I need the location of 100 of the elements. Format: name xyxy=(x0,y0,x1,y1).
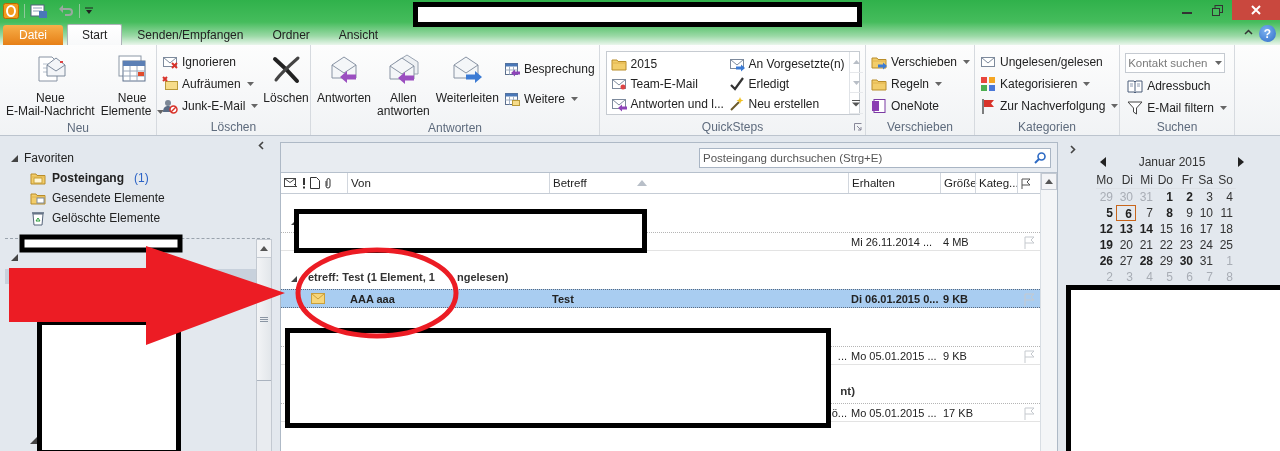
close-button[interactable] xyxy=(1232,0,1280,20)
calendar-day[interactable]: 27 xyxy=(1116,253,1136,269)
contact-search-field[interactable]: Kontakt suchen xyxy=(1125,53,1226,73)
column-header[interactable]: Erhalten xyxy=(848,173,940,193)
selected-message-row[interactable]: AAA aaa Test Di 06.01.2015 0... 9 KB xyxy=(281,289,1040,308)
calendar-icon xyxy=(116,53,149,85)
calendar-day[interactable]: 19 xyxy=(1096,237,1116,253)
quick-step-item[interactable]: 2015 xyxy=(608,53,727,75)
more-button[interactable]: Weitere xyxy=(501,88,597,110)
calendar-day[interactable]: 15 xyxy=(1156,221,1176,237)
calendar-day[interactable]: 7 xyxy=(1136,205,1156,221)
calendar-day[interactable]: 25 xyxy=(1216,237,1236,253)
meeting-button[interactable]: Besprechung xyxy=(501,58,597,80)
calendar-day[interactable]: 11 xyxy=(1216,205,1236,221)
calendar-day[interactable]: 12 xyxy=(1096,221,1116,237)
ribbon-tab[interactable]: Ansicht xyxy=(324,25,393,45)
calendar-day[interactable]: 21 xyxy=(1136,237,1156,253)
filter-email-button[interactable]: E-Mail filtern xyxy=(1125,97,1229,119)
address-book-button[interactable]: Adressbuch xyxy=(1125,75,1229,97)
wand-icon xyxy=(728,96,745,112)
group-header[interactable]: etreff: Test (1 Element, 1 xyxy=(308,270,440,284)
folder-item[interactable]: Posteingang (1) xyxy=(0,168,272,188)
calendar-day[interactable]: 29 xyxy=(1156,253,1176,269)
month-title: Januar 2015 xyxy=(1138,155,1206,169)
weekday-label: Mo xyxy=(1096,172,1114,187)
trash-can-icon xyxy=(30,210,46,226)
ribbon-tab[interactable]: Senden/Empfangen xyxy=(123,25,258,45)
calendar-day[interactable]: 18 xyxy=(1216,221,1236,237)
ribbon-tab[interactable]: Ordner xyxy=(258,25,324,45)
reply-button[interactable]: Antworten xyxy=(314,48,375,120)
quick-step-item[interactable]: Antworten und l... xyxy=(608,93,727,115)
quick-step-item[interactable]: An Vorgesetzte(n) xyxy=(726,53,847,75)
weekday-label: Sa xyxy=(1197,172,1214,187)
calendar-day[interactable]: 8 xyxy=(1156,205,1176,221)
calendar-day[interactable]: 23 xyxy=(1176,237,1196,253)
weekday-label: Fr xyxy=(1180,172,1194,187)
subject-text: ö... xyxy=(831,406,847,419)
forward-button[interactable]: Weiterleiten xyxy=(432,48,502,120)
flag-icon xyxy=(1023,234,1037,249)
calendar-day[interactable]: 22 xyxy=(1156,237,1176,253)
calendar-day[interactable]: 4 xyxy=(1216,189,1236,205)
calendar-day[interactable]: 2 xyxy=(1176,189,1196,205)
folder-icon xyxy=(871,76,887,92)
column-header[interactable]: Von xyxy=(347,173,549,193)
scrollbar[interactable] xyxy=(256,239,272,451)
book-icon xyxy=(1127,78,1144,94)
group-header[interactable]: ngelesen) xyxy=(457,270,509,284)
quick-step-item[interactable]: Erledigt xyxy=(726,73,847,95)
read-unread-button[interactable]: Ungelesen/gelesen xyxy=(978,51,1121,73)
search-field[interactable]: Posteingang durchsuchen (Strg+E) xyxy=(699,148,1051,168)
calendar-day[interactable]: 31 xyxy=(1196,253,1216,269)
group-label: Neu xyxy=(67,120,89,135)
calendar-day[interactable]: 17 xyxy=(1196,221,1216,237)
color-grid-icon xyxy=(980,76,996,92)
rules-button[interactable]: Regeln xyxy=(869,73,973,95)
importance-icon xyxy=(302,177,306,189)
received-date: Mo 05.01.2015 ... xyxy=(851,406,937,419)
reply-all-button[interactable]: Allen antworten xyxy=(374,48,433,120)
weekday-label: So xyxy=(1217,172,1234,187)
column-header[interactable]: Kateg... xyxy=(975,173,1017,193)
dialog-launcher-icon xyxy=(854,123,862,131)
calendar-day[interactable]: 16 xyxy=(1176,221,1196,237)
folder-item[interactable]: Gesendete Elemente xyxy=(0,188,272,208)
group-header[interactable]: nt) xyxy=(840,384,855,398)
column-header[interactable]: Betreff xyxy=(549,173,848,193)
calendar-day[interactable]: 26 xyxy=(1096,253,1116,269)
calendar-day[interactable]: 30 xyxy=(1176,253,1196,269)
calendar-day[interactable]: 10 xyxy=(1196,205,1216,221)
flag-icon xyxy=(980,98,996,114)
folder-item[interactable]: Gelöschte Elemente xyxy=(0,208,272,228)
calendar-day[interactable]: 1 xyxy=(1156,189,1176,205)
new-email-button[interactable]: Neue E-Mail-Nachricht xyxy=(3,48,98,120)
folder-icon xyxy=(610,56,627,72)
calendar-day[interactable]: 9 xyxy=(1176,205,1196,221)
customize-toolbar-icon xyxy=(85,7,93,15)
calendar-day[interactable]: 3 xyxy=(1196,189,1216,205)
column-header[interactable]: Größe xyxy=(940,173,975,193)
received-date: Mi 26.11.2014 ... xyxy=(851,235,933,248)
categorize-button[interactable]: Kategorisieren xyxy=(978,73,1121,95)
quick-step-item[interactable]: Neu erstellen xyxy=(726,93,847,115)
calendar-day[interactable]: 28 xyxy=(1136,253,1156,269)
expand-triangle-icon xyxy=(291,276,297,282)
follow-up-button[interactable]: Zur Nachverfolgung xyxy=(978,95,1121,117)
calendar-day[interactable]: 14 xyxy=(1136,221,1156,237)
delete-button[interactable]: Löschen xyxy=(260,48,312,119)
move-button[interactable]: Verschieben xyxy=(869,51,973,73)
group-label: Kategorien xyxy=(1017,120,1076,134)
favorites-header[interactable]: Favoriten xyxy=(0,148,272,168)
calendar-day[interactable]: 6 xyxy=(1116,205,1136,221)
quick-step-item[interactable]: Team-E-Mail xyxy=(608,73,727,95)
received-date: Di 06.01.2015 0... xyxy=(851,292,939,305)
calendar-day[interactable]: 13 xyxy=(1116,221,1136,237)
scrollbar[interactable] xyxy=(1040,173,1057,451)
calendar-day[interactable]: 24 xyxy=(1196,237,1216,253)
collapse-pane-icon xyxy=(258,141,264,150)
calendar-day[interactable]: 5 xyxy=(1096,205,1116,221)
calendar-day[interactable]: 20 xyxy=(1116,237,1136,253)
ribbon-tab[interactable]: Start xyxy=(67,24,123,45)
sort-ascending-icon xyxy=(636,180,647,186)
onenote-button[interactable]: OneNote xyxy=(869,95,973,117)
